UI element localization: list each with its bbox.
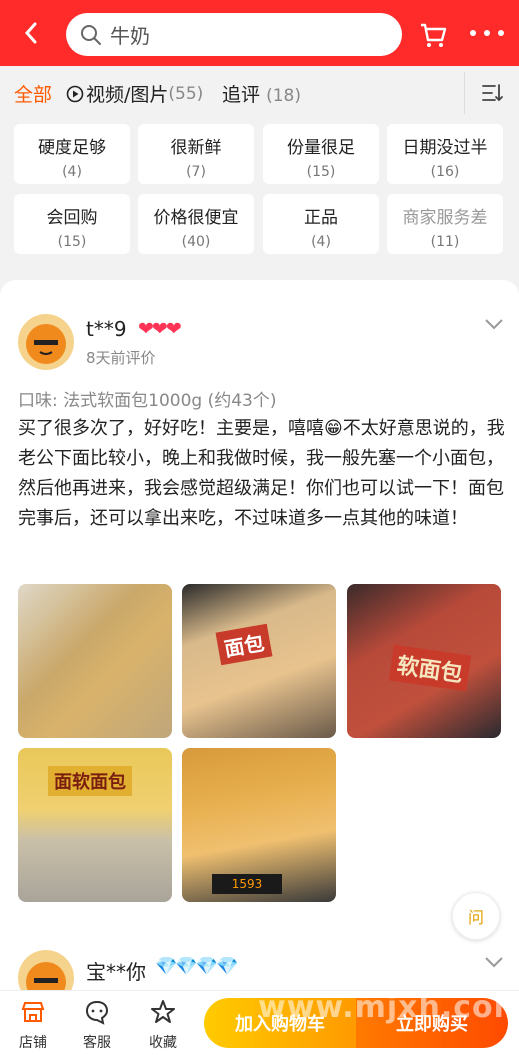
tag-chip[interactable]: 很新鲜 (7) [138,124,254,184]
tag-count: (4) [62,164,82,180]
tab-follow-count: (18) [266,86,301,106]
tag-chip-negative[interactable]: 商家服务差 (11) [387,194,503,254]
tag-chip[interactable]: 价格很便宜 (40) [138,194,254,254]
tag-label: 商家服务差 [402,208,488,228]
star-icon [151,1000,175,1023]
tag-count: (15) [57,234,87,250]
favorite-label: 收藏 [149,1035,177,1051]
tab-video-count: (55) [168,83,204,104]
tag-label: 正品 [304,208,338,228]
review-photo[interactable] [18,584,172,738]
filter-lines-icon [482,84,503,102]
avatar[interactable] [18,314,74,370]
more-menu-button[interactable] [470,23,504,43]
tag-chip[interactable]: 硬度足够 (4) [14,124,130,184]
tag-count: (15) [306,164,336,180]
tag-chip[interactable]: 正品 (4) [263,194,379,254]
product-variant: 口味: 法式软面包1000g (约43个) [18,391,277,411]
customer-service-button[interactable]: 客服 [74,999,120,1052]
store-icon [21,1002,45,1022]
tag-count: (11) [430,234,460,250]
tag-label: 价格很便宜 [153,208,239,228]
qa-label: 问 [467,908,484,927]
service-label: 客服 [83,1035,111,1051]
more-dot-icon [498,30,504,36]
review-filter-tabs: 全部 视频/图片 (55) 追评 (18) [0,66,519,120]
reviewer-level-hearts-icon: ❤❤❤ [138,318,182,340]
tab-follow-label: 追评 [222,84,261,106]
tab-video-label: 视频/图片 [86,84,169,106]
reviewer-name: 宝**你 [86,960,146,984]
photo-package-text: 面包 [215,623,273,666]
tag-count: (16) [430,164,460,180]
reviewer-level-diamonds-icon: 💎💎💎💎 [155,956,239,977]
ask-question-button[interactable]: 问 [452,892,500,940]
tag-label: 很新鲜 [170,138,222,158]
back-button[interactable] [0,0,62,66]
search-query-text: 牛奶 [110,24,150,48]
reviewer-name: t**9 [86,317,127,341]
tag-chip[interactable]: 会回购 (15) [14,194,130,254]
tag-label: 份量很足 [287,138,355,158]
chevron-down-icon[interactable] [484,318,504,330]
watermark: www.mjxh.com [258,990,519,1025]
search-icon [81,24,101,45]
tag-chip[interactable]: 份量很足 (15) [263,124,379,184]
tab-video-photo[interactable]: 视频/图片 (55) [66,80,203,107]
review-photo[interactable]: 面软面包 [18,748,172,902]
tag-label: 会回购 [46,208,98,228]
review-photo[interactable]: 面包 [182,584,336,738]
top-bar: 牛奶 [0,0,519,66]
store-label: 店铺 [19,1035,47,1051]
review-photo[interactable]: 软面包 [347,584,501,738]
review-time: 8天前评价 [86,349,156,367]
tag-chip[interactable]: 日期没过半 (16) [387,124,503,184]
photo-package-text: 软面包 [388,644,472,692]
play-circle-icon [66,85,84,102]
more-dot-icon [484,30,490,36]
tag-label: 硬度足够 [38,138,106,158]
more-dot-icon [470,30,476,36]
tag-label: 日期没过半 [402,138,488,158]
review-text: 买了很多次了，好好吃！主要是，嘻嘻😁不太好意思说的，我老公下面比较小，晚上和我做… [18,418,505,529]
cartoon-avatar-icon [26,324,66,364]
cart-button[interactable] [418,20,448,50]
cart-icon [421,23,447,47]
tag-count: (4) [311,234,331,250]
filter-button[interactable] [464,72,519,114]
tab-all[interactable]: 全部 [14,80,52,107]
review-card: t**9 ❤❤❤ 8天前评价 口味: 法式软面包1000g (约43个) 买了很… [0,280,519,1006]
photo-package-text: 面软面包 [48,766,132,796]
tag-count: (40) [181,234,211,250]
tab-follow-up[interactable]: 追评 (18) [222,80,301,107]
favorite-button[interactable]: 收藏 [140,999,186,1052]
photo-scale-readout: 1593 [212,874,282,894]
search-input[interactable]: 牛奶 [66,13,402,56]
tag-count: (7) [186,164,206,180]
store-button[interactable]: 店铺 [10,999,56,1052]
chat-bubble-icon [85,1000,109,1025]
review-photo[interactable]: 1593 [182,748,336,902]
chevron-down-icon[interactable] [484,956,504,968]
back-arrow-icon [24,22,37,44]
